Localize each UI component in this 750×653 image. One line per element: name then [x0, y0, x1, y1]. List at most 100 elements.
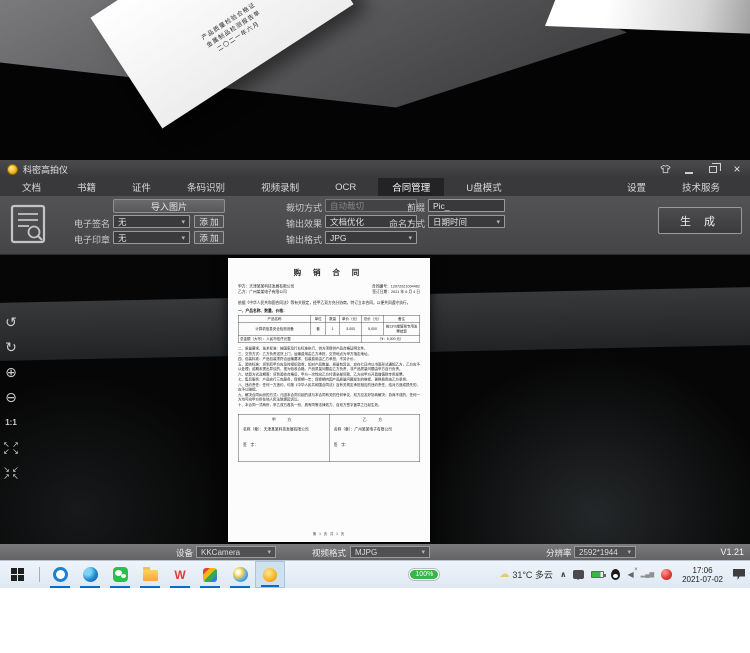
- fit-center-icon[interactable]: ↘ ↙ ↗ ↖: [3, 463, 19, 482]
- generate-button[interactable]: 生 成: [658, 207, 742, 234]
- prefix-input[interactable]: Pic_: [428, 199, 505, 212]
- table-header: 单价（元）: [340, 315, 362, 323]
- output-effect-label: 输出效果: [272, 217, 322, 230]
- tab-book[interactable]: 书籍: [63, 178, 110, 196]
- page-footer: 第 1 页 共 1 页: [238, 531, 420, 536]
- action-center-icon[interactable]: [733, 569, 745, 580]
- table-cell: 套: [311, 323, 326, 336]
- eseal-dropdown[interactable]: 无: [113, 231, 190, 244]
- skin-icon[interactable]: [659, 163, 671, 175]
- device-dropdown[interactable]: KKCamera: [196, 546, 276, 558]
- tab-document[interactable]: 文档: [8, 178, 55, 196]
- battery-percent: 100%: [410, 570, 438, 579]
- hidden-icons-icon[interactable]: ∧: [560, 570, 567, 579]
- zoom-out-icon[interactable]: ⊖: [5, 388, 17, 407]
- wps-icon: W: [174, 568, 185, 582]
- network-icon[interactable]: ▂▄▆: [641, 571, 654, 578]
- status-bar: 设备 KKCamera 视频格式 MJPG 分辨率 2592*1944 V1.2…: [0, 544, 750, 560]
- esign-dropdown[interactable]: 无: [113, 215, 190, 228]
- preview-backdrop-blob: [420, 355, 750, 544]
- total-value: （¥：5,000 元）: [362, 335, 420, 343]
- explorer-icon: [143, 570, 158, 581]
- fit-screen-icon[interactable]: ↖ ↗ ↙ ↘: [3, 438, 19, 457]
- weather-widget[interactable]: ☁ 31°C 多云: [499, 568, 553, 581]
- table-cell: 1: [325, 323, 340, 336]
- app-logo-icon: [7, 164, 18, 175]
- volume-muted-icon[interactable]: ◀: [627, 570, 633, 579]
- taskbar-app-edge[interactable]: [75, 561, 105, 588]
- side-toolbar: ↺ ↻ ⊕ ⊖ 1:1 ↖ ↗ ↙ ↘ ↘ ↙ ↗ ↖: [0, 313, 22, 482]
- battery-icon[interactable]: [591, 571, 604, 578]
- taskbar-apps: W: [45, 561, 285, 588]
- safety-360-icon[interactable]: [661, 569, 672, 580]
- table-header: 单位: [311, 315, 326, 323]
- tab-contract-manage[interactable]: 合同管理: [378, 178, 444, 196]
- signature-party-a: 甲 方 名称（章）：天津某某科技发展有限公司 签 字：: [239, 415, 329, 462]
- resolution-dropdown[interactable]: 2592*1944: [574, 546, 636, 558]
- tab-usb-mode[interactable]: U盘模式: [452, 178, 515, 196]
- system-tray: 100% ☁ 31°C 多云 ∧ ◀ ▂▄▆ 17:06 2021-07-02: [408, 561, 750, 588]
- actual-size-icon[interactable]: 1:1: [5, 413, 17, 432]
- taskbar-app-sphere[interactable]: [225, 561, 255, 588]
- import-image-button[interactable]: 导入图片: [113, 199, 225, 213]
- contract-toolbar: 导入图片 电子签名 无 添 加 电子印章 无 添 加 裁切方式 自动裁切 输出效…: [0, 196, 750, 255]
- qq-icon[interactable]: [611, 569, 620, 580]
- contract-clause: 二、质量要求、技术标准：按国家及行业标准执行，供方须提供产品合格证明文件。: [238, 347, 420, 352]
- browser-360-icon: [53, 567, 68, 582]
- table-header: 产品名称: [238, 315, 311, 323]
- clock[interactable]: 17:06 2021-07-02: [682, 566, 723, 584]
- scanner-icon: [263, 568, 277, 582]
- taskbar-app-wps[interactable]: W: [165, 561, 195, 588]
- taskbar-app-scanner[interactable]: [255, 561, 285, 588]
- naming-label: 命名方式: [385, 217, 425, 230]
- zoom-in-icon[interactable]: ⊕: [5, 363, 17, 382]
- prefix-label: 前缀: [395, 201, 425, 214]
- signature-box: 甲 方 名称（章）：天津某某科技发展有限公司 签 字： 乙 方 名称（章）：广州…: [238, 414, 420, 462]
- tab-video-record[interactable]: 视频录制: [247, 178, 313, 196]
- running-indicator: [261, 585, 279, 587]
- rotate-left-icon[interactable]: ↺: [5, 313, 17, 332]
- preview-backdrop-blob2: [0, 375, 230, 544]
- title-bar: 科密高拍仪 ×: [0, 160, 750, 178]
- document-scan-icon: [10, 204, 46, 249]
- minimize-icon: [685, 172, 693, 174]
- tab-certificate[interactable]: 证件: [118, 178, 165, 196]
- rotate-right-icon[interactable]: ↻: [5, 338, 17, 357]
- eseal-add-button[interactable]: 添 加: [194, 231, 224, 244]
- party-b: 乙方：广州某某电子有限公司: [238, 289, 294, 295]
- start-button[interactable]: [0, 561, 34, 588]
- video-format-label: 视频格式: [312, 547, 346, 559]
- taskbar-separator: [39, 567, 40, 582]
- taskbar-app-browser-360[interactable]: [45, 561, 75, 588]
- taskbar-app-photos[interactable]: [195, 561, 225, 588]
- sig-name-a: 名称（章）：天津某某科技发展有限公司: [243, 427, 324, 433]
- running-indicator: [50, 586, 70, 588]
- naming-dropdown[interactable]: 日期时间: [428, 215, 505, 228]
- version-text: V1.21: [720, 547, 744, 557]
- tab-barcode[interactable]: 条码识别: [173, 178, 239, 196]
- crop-mode-label: 裁切方式: [272, 201, 322, 214]
- sig-name-b: 名称（章）：广州某某电子有限公司: [334, 427, 415, 433]
- tab-settings[interactable]: 设置: [613, 178, 660, 196]
- taskbar-app-wechat[interactable]: [105, 561, 135, 588]
- esign-add-button[interactable]: 添 加: [194, 215, 224, 228]
- wechat-icon: [113, 567, 128, 582]
- contract-preview-page[interactable]: 购 销 合 同 甲方：天津某某科技发展有限公司 乙方：广州某某电子有限公司 合同…: [228, 258, 430, 542]
- contract-parties: 甲方：天津某某科技发展有限公司 乙方：广州某某电子有限公司: [238, 284, 294, 295]
- sphere-icon: [233, 567, 248, 582]
- tab-ocr[interactable]: OCR: [321, 178, 370, 196]
- table-cell: 5,000: [362, 323, 384, 336]
- taskbar-app-explorer[interactable]: [135, 561, 165, 588]
- contract-clause: 九、解决合同纠纷的方式：凡因本合同引起的或与本合同有关的任何争议，双方应友好协商…: [238, 393, 420, 403]
- minimize-button[interactable]: [683, 163, 695, 175]
- running-indicator: [80, 586, 100, 588]
- maximize-button[interactable]: [707, 163, 719, 175]
- comment-icon[interactable]: [573, 570, 584, 579]
- video-format-dropdown[interactable]: MJPG: [350, 546, 430, 558]
- tab-tech-service[interactable]: 技术服务: [668, 178, 734, 196]
- esign-label: 电子签名: [60, 217, 110, 230]
- output-format-dropdown[interactable]: JPG: [325, 231, 417, 244]
- running-indicator: [230, 586, 250, 588]
- taskbar: W 100% ☁ 31°C 多云 ∧ ◀ ▂▄▆ 17:06 2021-07-02: [0, 560, 750, 588]
- close-button[interactable]: ×: [731, 163, 743, 175]
